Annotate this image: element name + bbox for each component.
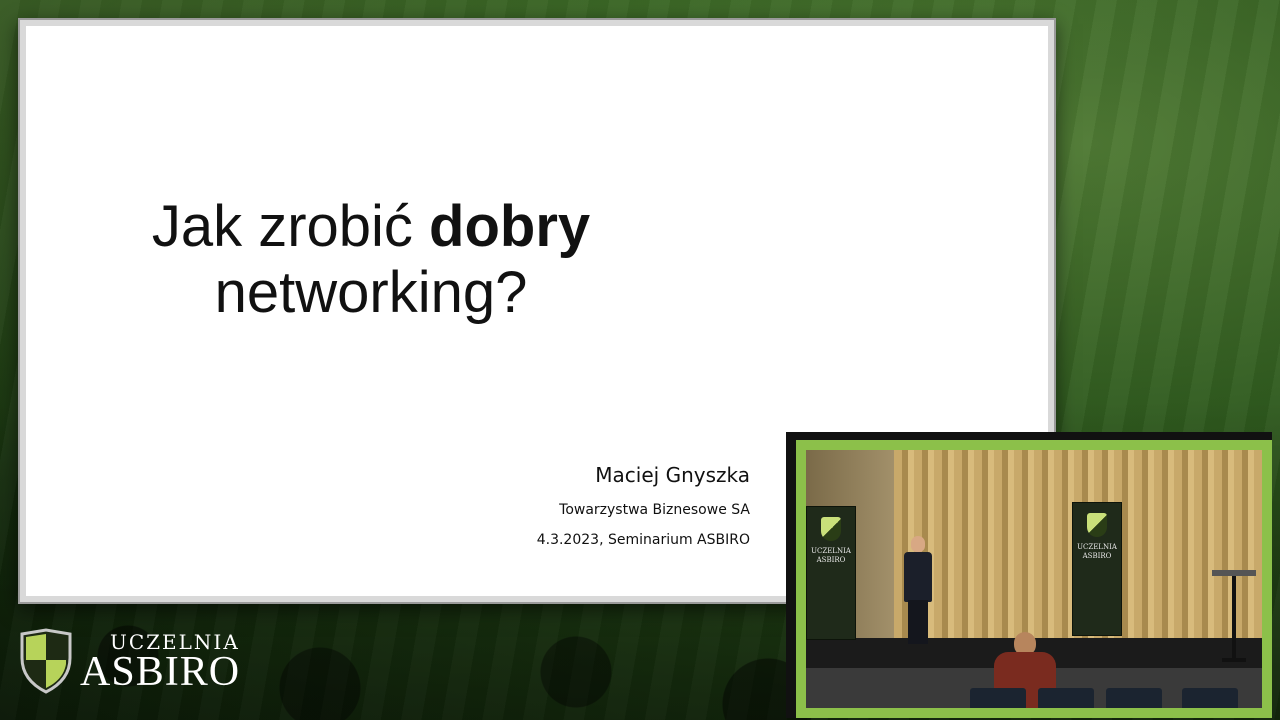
speaker-torso (904, 552, 932, 602)
banner-right: UCZELNIA ASBIRO (1072, 502, 1122, 636)
asbiro-logo: UCZELNIA ASBIRO (18, 626, 258, 696)
speaker-video: UCZELNIA ASBIRO UCZELNIA ASBIRO (806, 450, 1262, 708)
banner-right-text: UCZELNIA ASBIRO (1077, 543, 1117, 560)
chair (1106, 688, 1162, 708)
podium-base (1222, 658, 1246, 662)
banner-left-text: UCZELNIA ASBIRO (811, 547, 851, 564)
chair (1038, 688, 1094, 708)
speaker-figure (902, 536, 934, 646)
presenter-name: Maciej Gnyszka (595, 463, 750, 487)
logo-main-text: ASBIRO (80, 649, 241, 695)
chair (970, 688, 1026, 708)
pip-border: UCZELNIA ASBIRO UCZELNIA ASBIRO (796, 440, 1272, 718)
banner-left: UCZELNIA ASBIRO (806, 506, 856, 640)
podium-pole (1232, 576, 1236, 660)
slide-title-bold: dobry (429, 194, 591, 259)
banner-shield-icon (1087, 513, 1107, 537)
presenter-company: Towarzystwa Biznesowe SA (559, 502, 750, 518)
shield-icon (20, 628, 72, 694)
slide-title-line2: networking? (214, 260, 528, 325)
chair (1182, 688, 1238, 708)
presenter-info: Maciej Gnyszka Towarzystwa Biznesowe SA … (537, 462, 750, 550)
podium (1212, 570, 1256, 666)
speaker-video-pip: UCZELNIA ASBIRO UCZELNIA ASBIRO (786, 432, 1272, 718)
speaker-legs (908, 600, 928, 644)
slide-title-normal: Jak zrobić (151, 194, 430, 259)
banner-shield-icon (821, 517, 841, 541)
speaker-head (911, 536, 925, 552)
presenter-event: 4.3.2023, Seminarium ASBIRO (536, 532, 750, 548)
slide-title: Jak zrobić dobry networking? (26, 194, 716, 326)
